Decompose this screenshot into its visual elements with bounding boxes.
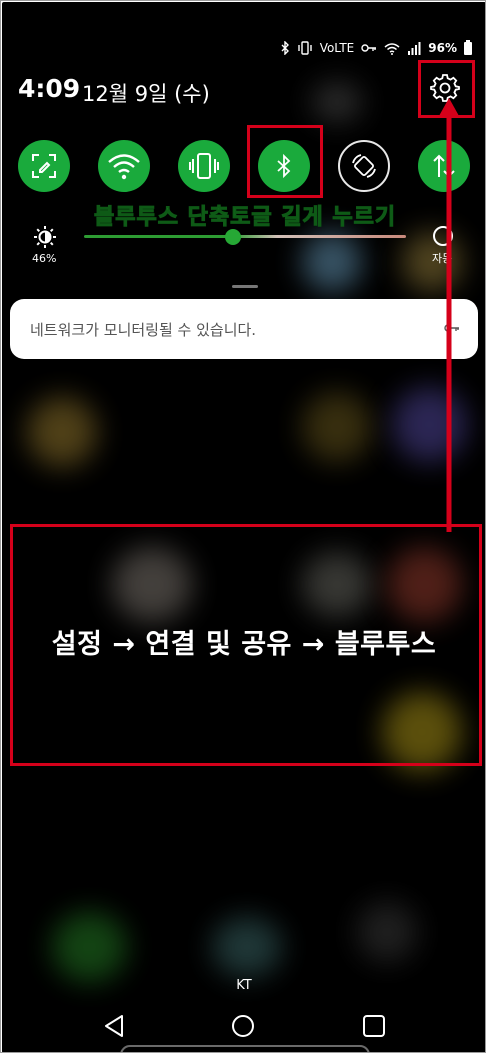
signal-icon (408, 41, 421, 55)
home-button[interactable] (232, 1015, 254, 1037)
brightness-slider[interactable] (84, 235, 406, 238)
battery-icon (464, 39, 472, 55)
annotation-arrow (439, 98, 459, 532)
bluetooth-icon (281, 41, 289, 55)
quick-tile-auto-rotate[interactable] (338, 140, 390, 192)
notification-text: 네트워크가 모니터링될 수 있습니다. (30, 321, 257, 339)
clock: 4:09 (18, 74, 81, 103)
panel-drag-handle[interactable] (232, 285, 258, 288)
phone-screen: VoLTE 96% 4:09 12월 9일 (수) 블루투스 단축토글 길게 누… (2, 2, 485, 1052)
carrier-label: KT (236, 978, 252, 993)
date: 12월 9일 (수) (82, 82, 210, 106)
battery-percent: 96% (428, 41, 457, 55)
back-button[interactable] (102, 1013, 126, 1039)
brightness-percent: 46% (32, 252, 57, 265)
status-bar: VoLTE 96% (2, 34, 485, 60)
vibrate-icon (297, 41, 312, 55)
brightness-icon (34, 226, 56, 248)
auto-rotate-icon (352, 154, 376, 178)
wifi-icon (384, 42, 400, 55)
screenshot-icon (32, 154, 56, 178)
wifi-icon (108, 154, 140, 180)
key-icon (361, 44, 377, 52)
recent-apps-button[interactable] (363, 1015, 385, 1037)
status-icons: VoLTE 96% (281, 39, 472, 56)
network-monitoring-notification[interactable]: 네트워크가 모니터링될 수 있습니다. (10, 299, 478, 359)
navigation-bar (2, 1007, 485, 1047)
quick-tile-vibrate[interactable] (178, 140, 230, 192)
network-type: VoLTE (319, 41, 355, 55)
quick-tile-screenshot[interactable] (18, 140, 70, 192)
settings-path-annotation: 설정 → 연결 및 공유 → 블루투스 (51, 629, 437, 660)
quick-tile-wifi[interactable] (98, 140, 150, 192)
screenshot-frame: VoLTE 96% 4:09 12월 9일 (수) 블루투스 단축토글 길게 누… (0, 0, 486, 1053)
vibrate-icon (189, 153, 219, 179)
brightness-slider-thumb[interactable] (225, 229, 241, 245)
bluetooth-long-press-annotation: 블루투스 단축토글 길게 누르기 (93, 205, 397, 231)
bottom-bezel (120, 1045, 370, 1052)
bluetooth-highlight-box (247, 125, 323, 198)
